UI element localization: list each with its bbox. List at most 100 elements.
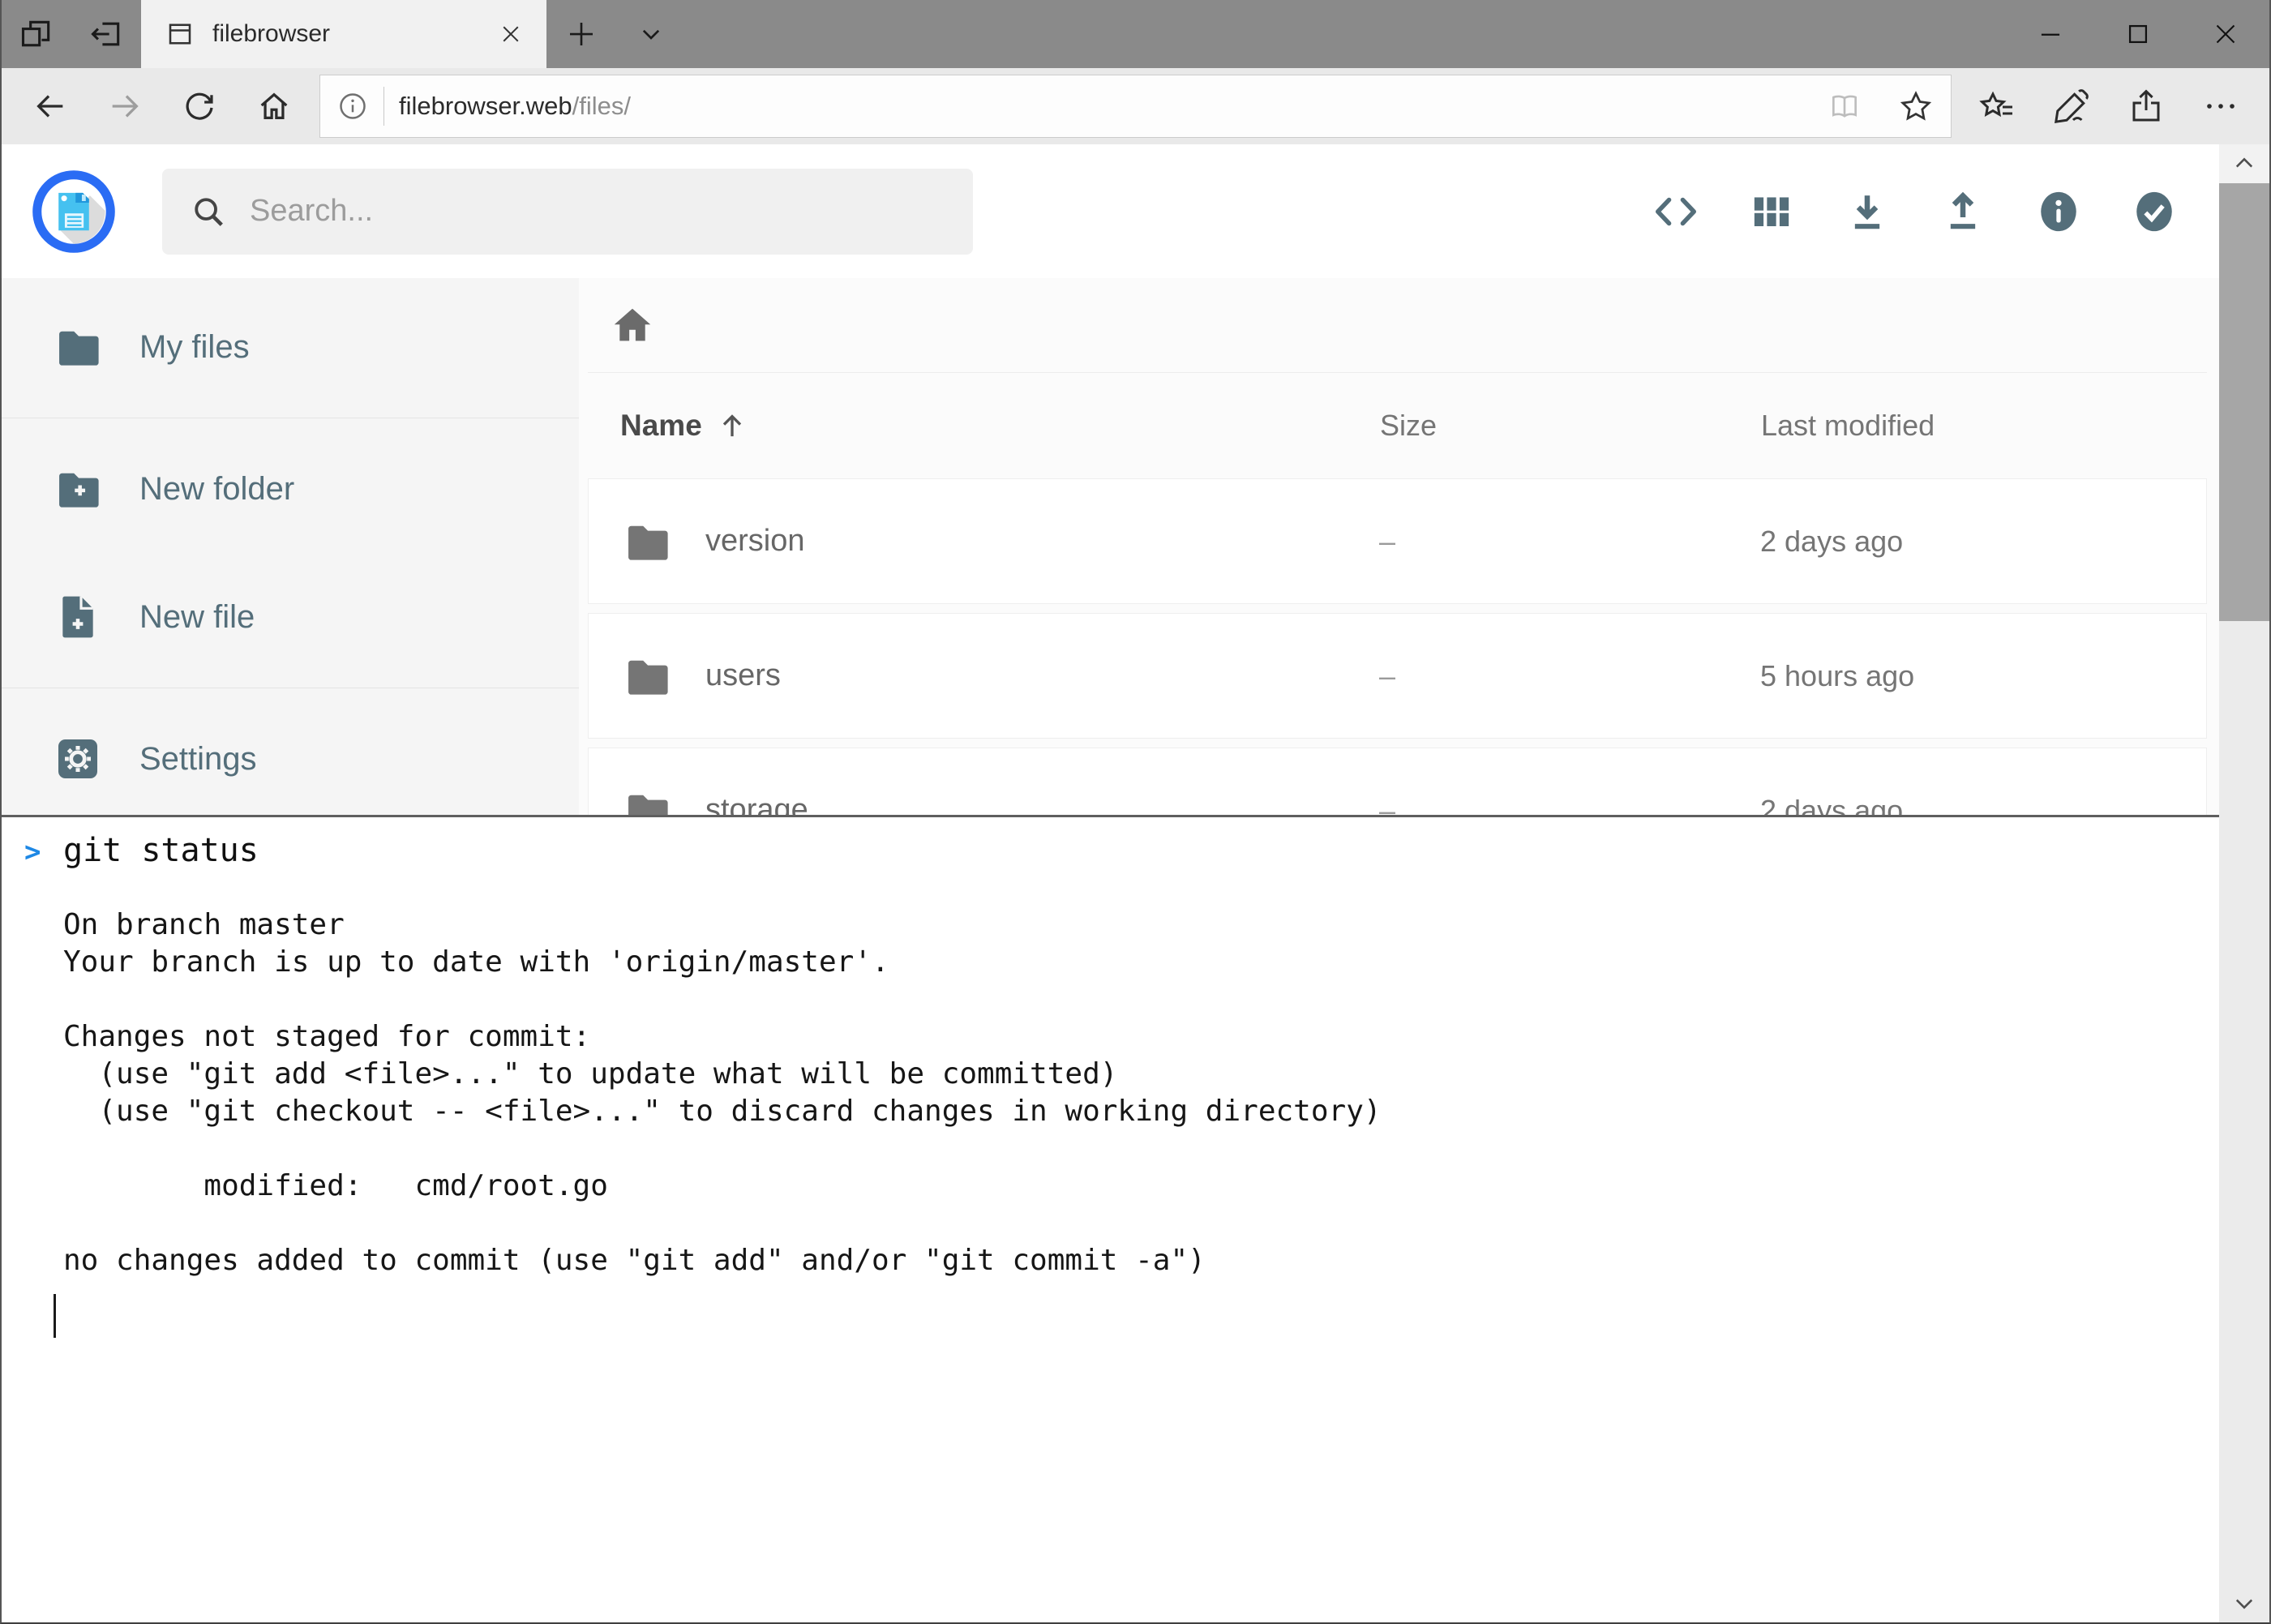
terminal-output-line: On branch master: [2, 906, 2269, 944]
grid-view-button[interactable]: [1746, 186, 1798, 238]
column-header-name[interactable]: Name: [620, 409, 1380, 443]
close-icon: [499, 22, 523, 46]
annotate-button[interactable]: [2034, 68, 2109, 144]
favorites-hub-button[interactable]: [1960, 68, 2034, 144]
terminal-output-line: Your branch is up to date with 'origin/m…: [2, 944, 2269, 981]
url-path: /files/: [572, 92, 631, 120]
titlebar-spacer: [686, 0, 2007, 68]
filebrowser-logo[interactable]: [31, 169, 117, 255]
file-size: –: [1379, 525, 1760, 559]
close-icon: [2211, 19, 2240, 49]
breadcrumb-home-button[interactable]: [609, 302, 656, 349]
file-row-version[interactable]: version – 2 days ago: [588, 478, 2207, 604]
terminal-output-line: Changes not staged for commit:: [2, 1018, 2269, 1056]
terminal-prompt: >: [24, 833, 63, 871]
terminal-output-line: (use "git checkout -- <file>..." to disc…: [2, 1093, 2269, 1130]
share-button[interactable]: [2109, 68, 2183, 144]
folder-icon: [621, 650, 673, 702]
tab-title: filebrowser: [212, 20, 475, 48]
terminal-output-line: [2, 981, 2269, 1018]
add-favorite-button[interactable]: [1888, 78, 1944, 135]
info-button[interactable]: [2033, 186, 2085, 238]
book-icon: [1828, 89, 1862, 123]
terminal-panel[interactable]: > git status On branch master Your branc…: [2, 815, 2269, 1622]
tab-preview-button[interactable]: [2, 0, 71, 68]
sidebar-item-my-files[interactable]: My files: [2, 283, 579, 411]
url-text: filebrowser.web/files/: [399, 92, 631, 121]
file-row-users[interactable]: users – 5 hours ago: [588, 613, 2207, 739]
sidebar-item-new-folder[interactable]: New folder: [2, 425, 579, 553]
minimize-icon: [2035, 19, 2066, 49]
sidebar-item-label: New folder: [139, 471, 294, 508]
home-icon: [255, 88, 293, 125]
search-input[interactable]: [250, 194, 945, 229]
address-bar[interactable]: filebrowser.web/files/: [319, 75, 1952, 138]
sort-ascending-icon: [715, 409, 749, 443]
scroll-down-button[interactable]: [2219, 1583, 2269, 1622]
column-header-size[interactable]: Size: [1380, 409, 1761, 443]
browser-window: filebrowser: [0, 0, 2271, 1624]
plus-icon: [564, 17, 598, 51]
forward-button[interactable]: [88, 68, 162, 144]
raw-code-view-button[interactable]: [1650, 186, 1702, 238]
new-tab-button[interactable]: [546, 0, 616, 68]
sidebar-item-new-file[interactable]: New file: [2, 553, 579, 681]
sidebar-item-label: Settings: [139, 741, 257, 778]
home-filled-icon: [609, 302, 656, 349]
upload-button[interactable]: [1937, 186, 1989, 238]
minimize-button[interactable]: [2007, 0, 2094, 68]
scroll-up-button[interactable]: [2219, 144, 2269, 183]
search-bar[interactable]: [162, 169, 973, 255]
star-icon: [1898, 88, 1934, 124]
scrollbar-thumb[interactable]: [2219, 183, 2269, 621]
terminal-output-line: no changes added to commit (use "git add…: [2, 1242, 2269, 1279]
share-icon: [2127, 87, 2166, 126]
select-multiple-button[interactable]: [2128, 186, 2180, 238]
file-name: users: [705, 658, 781, 693]
file-modified: 5 hours ago: [1760, 659, 2174, 693]
tab-favicon-icon: [165, 19, 195, 49]
settings-gear-icon: [52, 733, 104, 785]
refresh-icon: [181, 88, 218, 125]
maximize-button[interactable]: [2094, 0, 2182, 68]
page-scrollbar[interactable]: [2219, 144, 2269, 1622]
set-aside-icon: [88, 16, 124, 52]
back-button[interactable]: [13, 68, 88, 144]
folder-icon: [52, 321, 104, 373]
set-tabs-aside-button[interactable]: [71, 0, 141, 68]
close-window-button[interactable]: [2182, 0, 2269, 68]
page-viewport: My files New folder New file Settings: [2, 144, 2269, 1622]
check-circle-icon: [2131, 188, 2178, 235]
terminal-output-line: [2, 1205, 2269, 1242]
download-button[interactable]: [1841, 186, 1893, 238]
new-file-icon: [52, 591, 104, 643]
terminal-command-line: > git status: [2, 832, 2269, 869]
chevron-up-icon: [2230, 150, 2258, 178]
code-brackets-icon: [1652, 188, 1699, 235]
site-info-icon[interactable]: [336, 90, 369, 122]
navigation-bar: filebrowser.web/files/: [2, 68, 2269, 144]
forward-arrow-icon: [106, 88, 144, 125]
reading-view-button[interactable]: [1816, 78, 1873, 135]
grid-view-icon: [1750, 190, 1793, 234]
sidebar-item-settings[interactable]: Settings: [2, 695, 579, 823]
column-header-modified[interactable]: Last modified: [1761, 409, 2175, 443]
home-button[interactable]: [237, 68, 311, 144]
hub-star-list-icon: [1977, 87, 2016, 126]
info-circle-icon: [2035, 188, 2082, 235]
tab-list-dropdown-button[interactable]: [616, 0, 686, 68]
terminal-command: git status: [63, 832, 259, 869]
refresh-button[interactable]: [162, 68, 237, 144]
terminal-output-line: (use "git add <file>..." to update what …: [2, 1056, 2269, 1093]
folder-icon: [621, 516, 673, 568]
chevron-down-icon: [635, 18, 667, 50]
more-options-button[interactable]: [2183, 68, 2258, 144]
tab-close-button[interactable]: [493, 16, 529, 52]
browser-tab[interactable]: filebrowser: [141, 0, 546, 68]
terminal-cursor: [54, 1294, 56, 1338]
file-name: version: [705, 524, 805, 559]
filebrowser-header: [2, 144, 2219, 278]
download-icon: [1845, 189, 1890, 234]
titlebar: filebrowser: [2, 0, 2269, 68]
search-icon: [190, 193, 227, 230]
